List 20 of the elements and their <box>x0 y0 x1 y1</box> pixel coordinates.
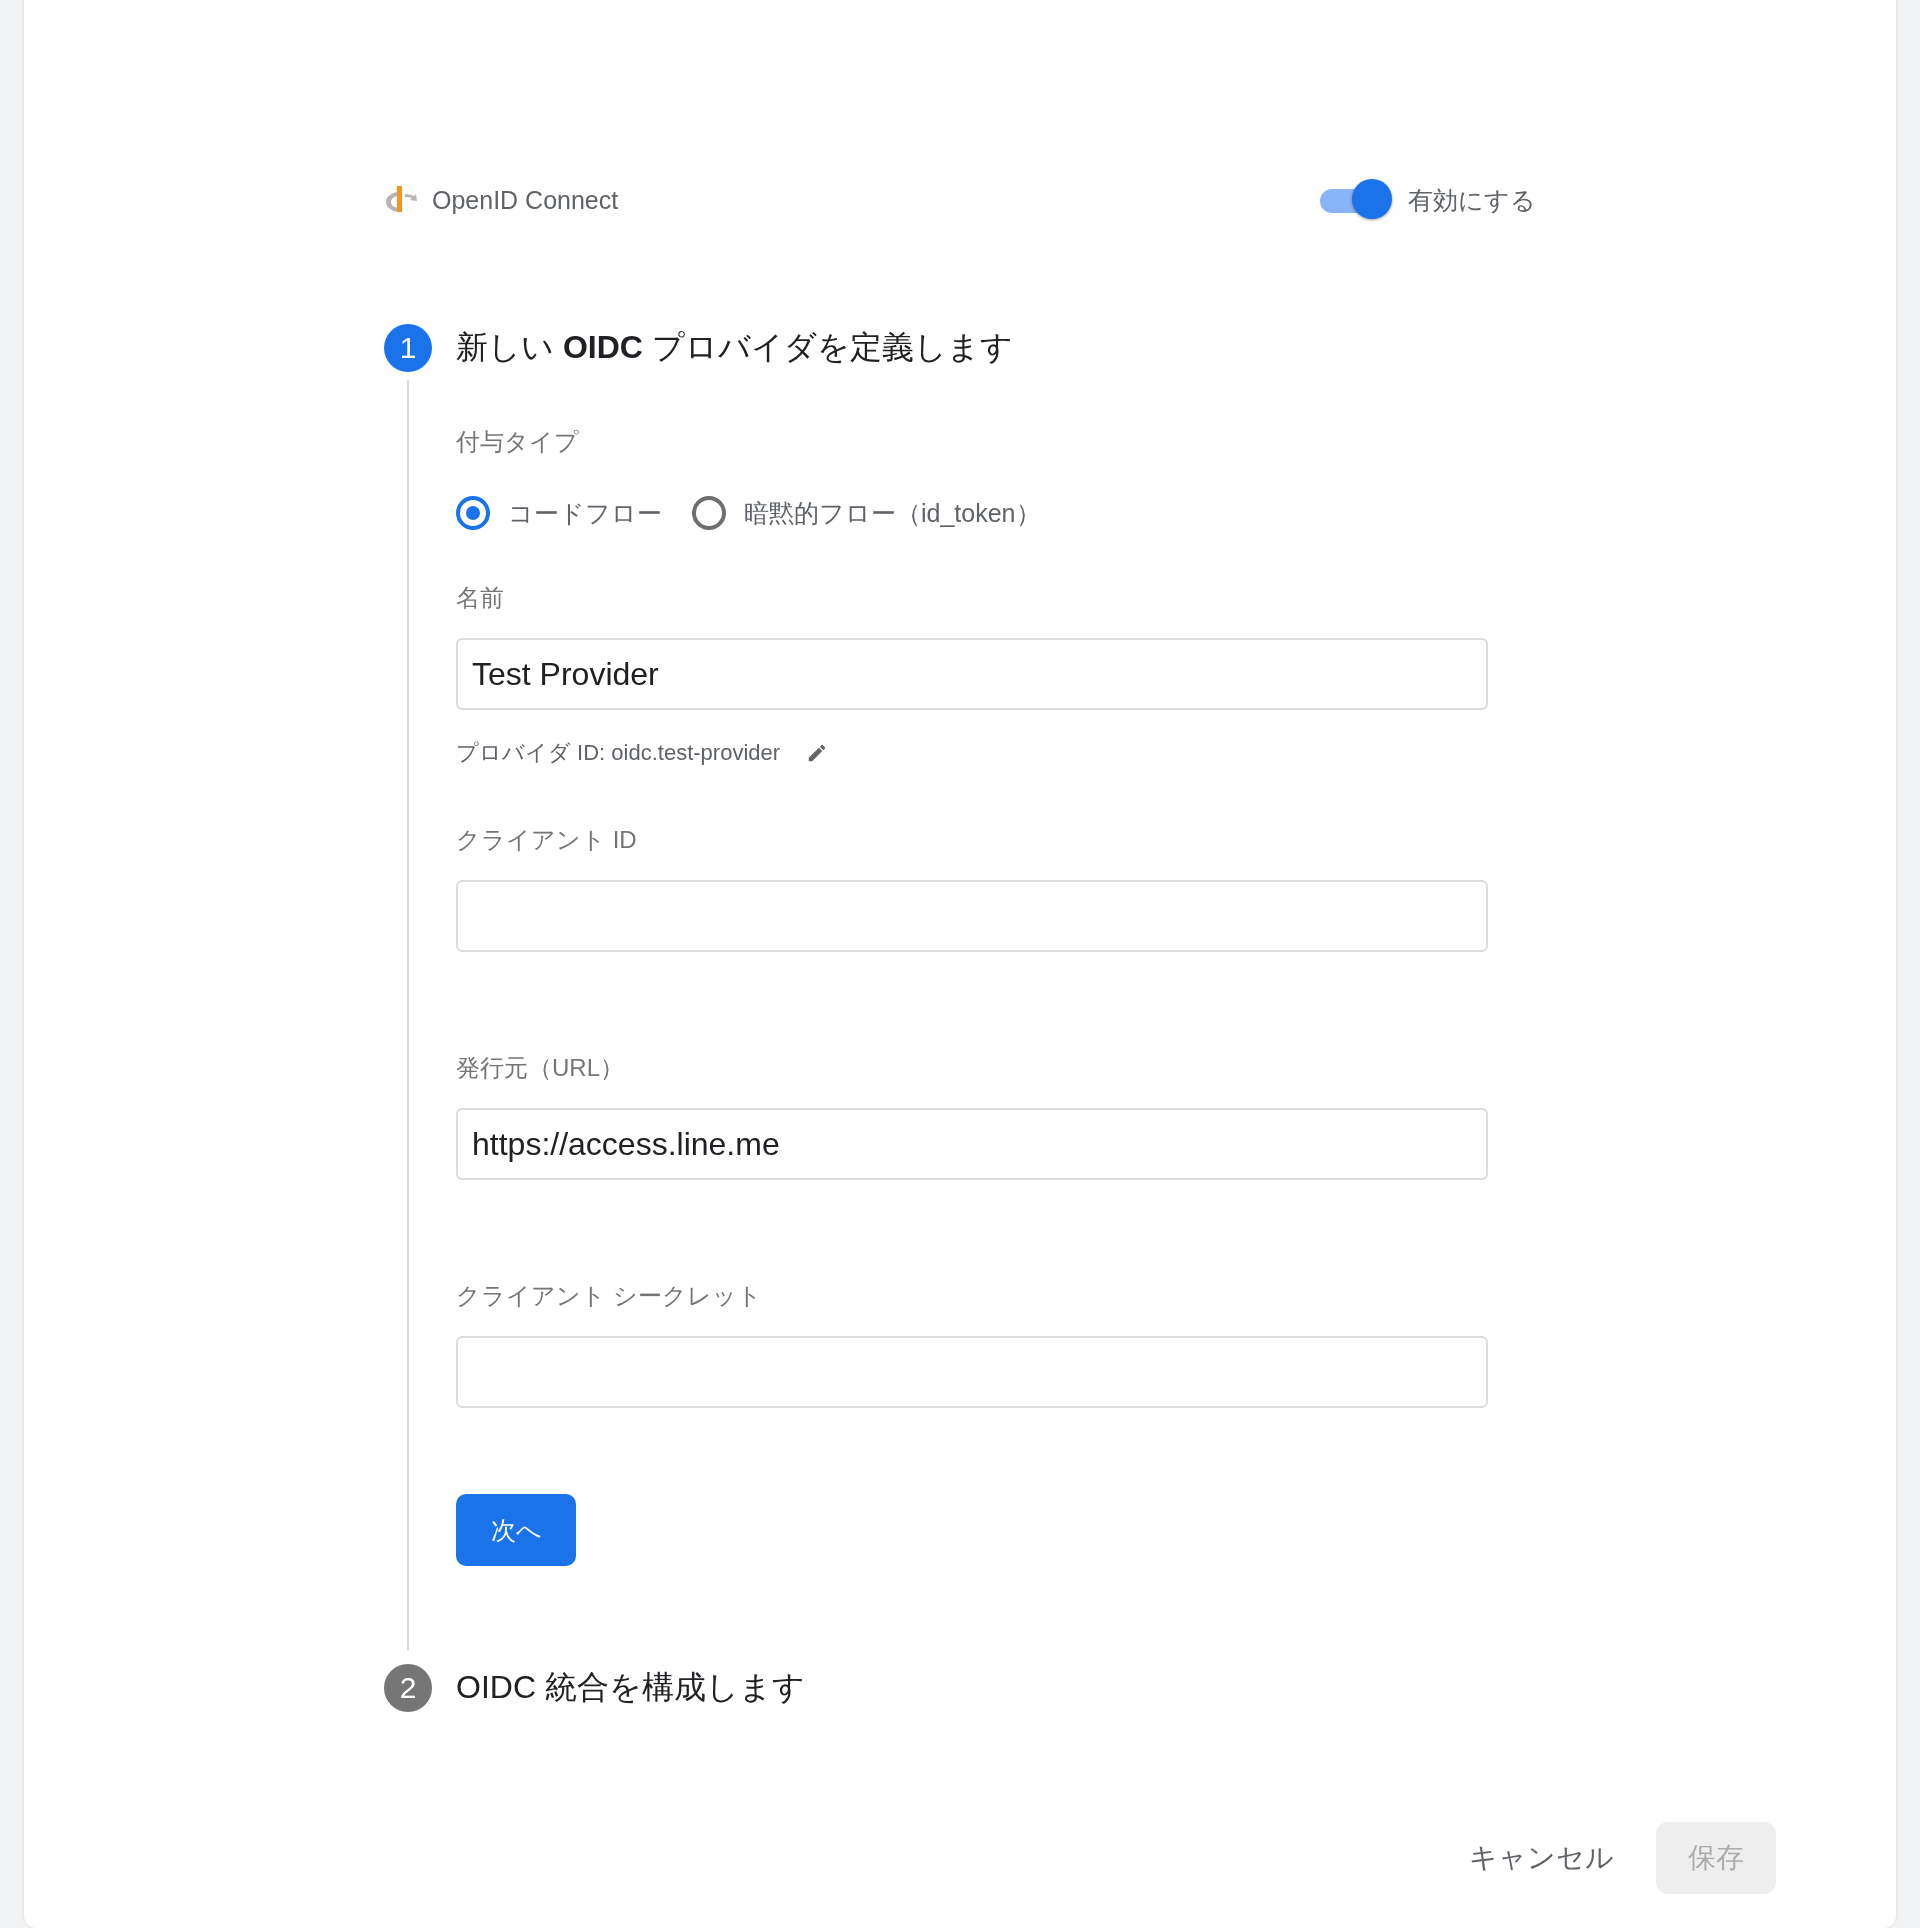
step-number: 2 <box>384 1664 432 1712</box>
step-number: 1 <box>384 324 432 372</box>
next-button[interactable]: 次へ <box>456 1494 576 1566</box>
input-field[interactable]: https://access.line.me <box>456 1108 1488 1180</box>
radio-option[interactable]: コードフロー <box>456 496 662 530</box>
cancel-button[interactable]: キャンセル <box>1461 1829 1622 1887</box>
toggle-label: 有効にする <box>1408 184 1536 216</box>
step-title: 新しい OIDC プロバイダを定義します <box>456 328 1013 367</box>
field-label: クライアント ID <box>456 825 638 855</box>
field-label: 付与タイプ <box>456 427 580 457</box>
brand-title: OpenID Connect <box>432 185 619 215</box>
field-label: クライアント シークレット <box>456 1281 763 1311</box>
input-field[interactable] <box>456 880 1488 952</box>
field-label: 名前 <box>456 583 505 613</box>
input-field[interactable] <box>456 1336 1488 1408</box>
radio-option[interactable]: 暗黙的フロー（id_token） <box>692 496 1041 530</box>
provider-id-text: プロバイダ ID: oidc.test-provider <box>456 739 781 767</box>
input-field[interactable]: Test Provider <box>456 638 1488 710</box>
field-label: 発行元（URL） <box>456 1053 625 1083</box>
step-title: OIDC 統合を構成します <box>456 1668 805 1707</box>
